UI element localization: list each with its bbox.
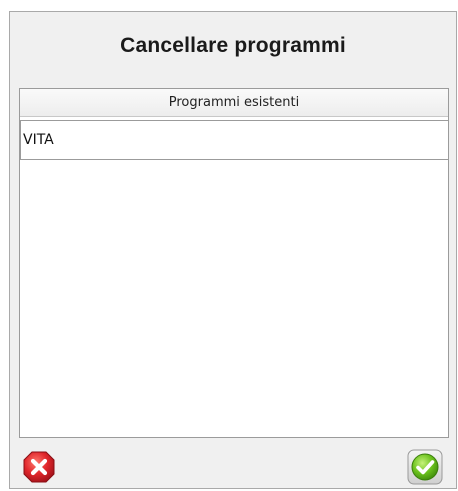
list-column-header: Programmi esistenti [20, 89, 448, 117]
check-icon [407, 449, 443, 485]
list-item[interactable]: VITA [20, 120, 449, 160]
delete-programs-dialog: Cancellare programmi Programmi esistenti… [9, 11, 457, 489]
cancel-button[interactable] [21, 449, 57, 485]
confirm-button[interactable] [407, 449, 443, 485]
programs-list[interactable]: Programmi esistenti VITA [19, 88, 449, 438]
list-column-header-label: Programmi esistenti [168, 95, 300, 110]
list-item-label: VITA [23, 132, 54, 148]
close-icon [23, 451, 55, 483]
dialog-title-bar: Cancellare programmi [10, 12, 456, 80]
dialog-title: Cancellare programmi [120, 34, 346, 57]
